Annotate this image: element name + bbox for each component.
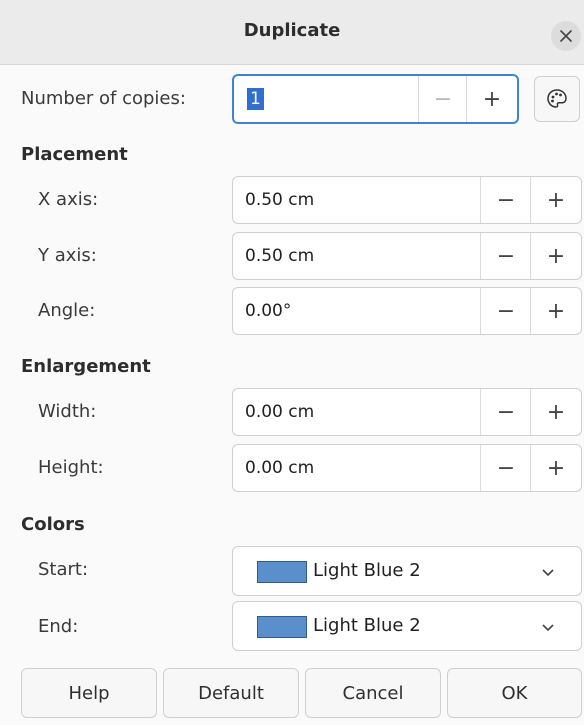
start-color-value: Light Blue 2 <box>313 560 421 581</box>
start-color-dropdown[interactable]: Light Blue 2 <box>232 546 582 596</box>
copies-spinbox[interactable]: 1 − + <box>232 74 519 124</box>
cancel-button[interactable]: Cancel <box>305 668 441 718</box>
help-button[interactable]: Help <box>21 668 157 718</box>
end-color-value: Light Blue 2 <box>313 615 421 636</box>
width-label: Width: <box>38 401 97 422</box>
y-axis-value[interactable]: 0.50 cm <box>245 246 314 266</box>
start-color-swatch <box>257 561 307 583</box>
x-axis-decrement-button[interactable]: − <box>480 177 531 223</box>
y-axis-label: Y axis: <box>38 245 97 266</box>
height-value[interactable]: 0.00 cm <box>245 458 314 478</box>
end-color-dropdown[interactable]: Light Blue 2 <box>232 601 582 651</box>
x-axis-value[interactable]: 0.50 cm <box>245 190 314 210</box>
copies-value[interactable]: 1 <box>247 88 264 110</box>
angle-increment-button[interactable]: + <box>530 288 581 334</box>
start-color-label: Start: <box>38 559 89 580</box>
title-bar: Duplicate <box>0 0 584 65</box>
height-increment-button[interactable]: + <box>530 445 581 491</box>
values-from-selection-button[interactable] <box>534 76 580 122</box>
copies-increment-button[interactable]: + <box>466 76 517 122</box>
width-value[interactable]: 0.00 cm <box>245 402 314 422</box>
copies-label: Number of copies: <box>21 88 186 109</box>
placement-heading: Placement <box>21 144 128 165</box>
x-axis-spinbox[interactable]: 0.50 cm − + <box>232 176 582 224</box>
angle-decrement-button[interactable]: − <box>480 288 531 334</box>
y-axis-increment-button[interactable]: + <box>530 233 581 279</box>
enlargement-heading: Enlargement <box>21 356 151 377</box>
width-decrement-button[interactable]: − <box>480 389 531 435</box>
close-icon <box>560 30 572 42</box>
ok-button[interactable]: OK <box>447 668 582 718</box>
chevron-down-icon <box>542 569 554 577</box>
dialog-title: Duplicate <box>243 20 341 41</box>
close-button[interactable] <box>551 21 581 51</box>
y-axis-spinbox[interactable]: 0.50 cm − + <box>232 232 582 280</box>
angle-label: Angle: <box>38 300 96 321</box>
duplicate-dialog: Duplicate Number of copies: 1 − + Placem… <box>0 0 584 725</box>
height-decrement-button[interactable]: − <box>480 445 531 491</box>
copies-decrement-button[interactable]: − <box>418 76 467 122</box>
angle-spinbox[interactable]: 0.00° − + <box>232 287 582 335</box>
angle-value[interactable]: 0.00° <box>245 301 291 321</box>
end-color-label: End: <box>38 616 79 637</box>
default-button[interactable]: Default <box>163 668 299 718</box>
x-axis-increment-button[interactable]: + <box>530 177 581 223</box>
color-palette-icon <box>547 89 567 108</box>
y-axis-decrement-button[interactable]: − <box>480 233 531 279</box>
height-spinbox[interactable]: 0.00 cm − + <box>232 444 582 492</box>
chevron-down-icon <box>542 624 554 632</box>
width-spinbox[interactable]: 0.00 cm − + <box>232 388 582 436</box>
height-label: Height: <box>38 457 104 478</box>
end-color-swatch <box>257 616 307 638</box>
width-increment-button[interactable]: + <box>530 389 581 435</box>
x-axis-label: X axis: <box>38 189 99 210</box>
colors-heading: Colors <box>21 514 85 535</box>
